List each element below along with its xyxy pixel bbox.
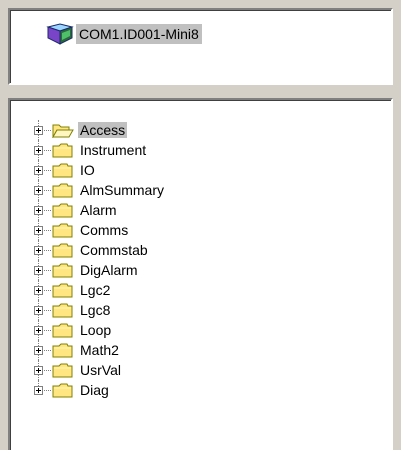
expand-plus-icon[interactable] xyxy=(34,265,43,275)
expand-plus-icon[interactable] xyxy=(34,165,43,175)
tree-branch-line xyxy=(44,289,51,291)
expand-plus-icon[interactable] xyxy=(34,245,43,255)
tree-item-label[interactable]: Math2 xyxy=(78,342,121,358)
parameter-tree-panel: Access Instrument IO AlmSummary Alarm Comms Co… xyxy=(8,98,393,450)
tree-item-label[interactable]: Commstab xyxy=(78,242,150,258)
tree-item-label[interactable]: UsrVal xyxy=(78,362,123,378)
expand-plus-icon[interactable] xyxy=(34,345,43,355)
folder-open-icon xyxy=(52,122,74,139)
tree-item-label[interactable]: Instrument xyxy=(78,142,148,158)
tree-branch-line xyxy=(44,209,51,211)
tree-branch-line xyxy=(44,309,51,311)
tree-item-comms[interactable]: Comms xyxy=(34,220,166,240)
expand-plus-icon[interactable] xyxy=(34,225,43,235)
device-label[interactable]: COM1.ID001-Mini8 xyxy=(76,24,202,44)
tree-branch-line xyxy=(44,249,51,251)
tree-branch-line xyxy=(44,169,51,171)
tree-item-loop[interactable]: Loop xyxy=(34,320,166,340)
folder-icon xyxy=(52,282,74,298)
folder-icon xyxy=(52,382,74,398)
tree-item-usrval[interactable]: UsrVal xyxy=(34,360,166,380)
tree-branch-line xyxy=(44,349,51,351)
folder-icon xyxy=(52,182,74,198)
panel-splitter[interactable] xyxy=(8,88,393,98)
tree-item-access[interactable]: Access xyxy=(34,120,166,140)
expand-plus-icon[interactable] xyxy=(34,125,43,135)
tree-item-label[interactable]: AlmSummary xyxy=(78,182,166,198)
folder-icon xyxy=(52,342,74,358)
tree-item-lgc2[interactable]: Lgc2 xyxy=(34,280,166,300)
tree-item-instrument[interactable]: Instrument xyxy=(34,140,166,160)
tree-item-label[interactable]: DigAlarm xyxy=(78,262,140,278)
folder-icon xyxy=(52,222,74,238)
tree-branch-line xyxy=(44,269,51,271)
expand-plus-icon[interactable] xyxy=(34,305,43,315)
tree-item-label[interactable]: Diag xyxy=(78,382,111,398)
folder-icon xyxy=(52,202,74,218)
tree-branch-line xyxy=(44,189,51,191)
tree-branch-line xyxy=(44,129,51,131)
tree-item-label[interactable]: Alarm xyxy=(78,202,119,218)
folder-icon xyxy=(52,262,74,278)
folder-icon xyxy=(52,242,74,258)
device-node[interactable]: COM1.ID001-Mini8 xyxy=(46,22,202,46)
tree-item-alarm[interactable]: Alarm xyxy=(34,200,166,220)
expand-plus-icon[interactable] xyxy=(34,205,43,215)
tree-item-label[interactable]: IO xyxy=(78,162,97,178)
tree-branch-line xyxy=(44,389,51,391)
tree-item-commstab[interactable]: Commstab xyxy=(34,240,166,260)
folder-icon xyxy=(52,162,74,178)
expand-plus-icon[interactable] xyxy=(34,385,43,395)
expand-plus-icon[interactable] xyxy=(34,185,43,195)
tree-item-almsummary[interactable]: AlmSummary xyxy=(34,180,166,200)
folder-icon xyxy=(52,322,74,338)
expand-plus-icon[interactable] xyxy=(34,325,43,335)
expand-plus-icon[interactable] xyxy=(34,285,43,295)
folder-icon xyxy=(52,142,74,158)
tree-item-lgc8[interactable]: Lgc8 xyxy=(34,300,166,320)
tree-item-diag[interactable]: Diag xyxy=(34,380,166,400)
parameter-tree: Access Instrument IO AlmSummary Alarm Comms Co… xyxy=(34,120,166,400)
expand-plus-icon[interactable] xyxy=(34,365,43,375)
folder-icon xyxy=(52,302,74,318)
tree-item-label[interactable]: Loop xyxy=(78,322,113,338)
tree-branch-line xyxy=(44,149,51,151)
tree-item-label[interactable]: Access xyxy=(78,122,128,138)
tree-item-label[interactable]: Lgc8 xyxy=(78,302,112,318)
explorer-window: COM1.ID001-Mini8 Access Instrument IO AlmSu… xyxy=(0,0,401,450)
device-panel: COM1.ID001-Mini8 xyxy=(8,8,393,85)
tree-item-label[interactable]: Comms xyxy=(78,222,130,238)
tree-item-io[interactable]: IO xyxy=(34,160,166,180)
tree-item-digalarm[interactable]: DigAlarm xyxy=(34,260,166,280)
tree-branch-line xyxy=(44,369,51,371)
tree-branch-line xyxy=(44,229,51,231)
tree-item-math2[interactable]: Math2 xyxy=(34,340,166,360)
device-cube-icon xyxy=(46,22,74,46)
folder-icon xyxy=(52,362,74,378)
expand-plus-icon[interactable] xyxy=(34,145,43,155)
tree-branch-line xyxy=(44,329,51,331)
tree-item-label[interactable]: Lgc2 xyxy=(78,282,112,298)
